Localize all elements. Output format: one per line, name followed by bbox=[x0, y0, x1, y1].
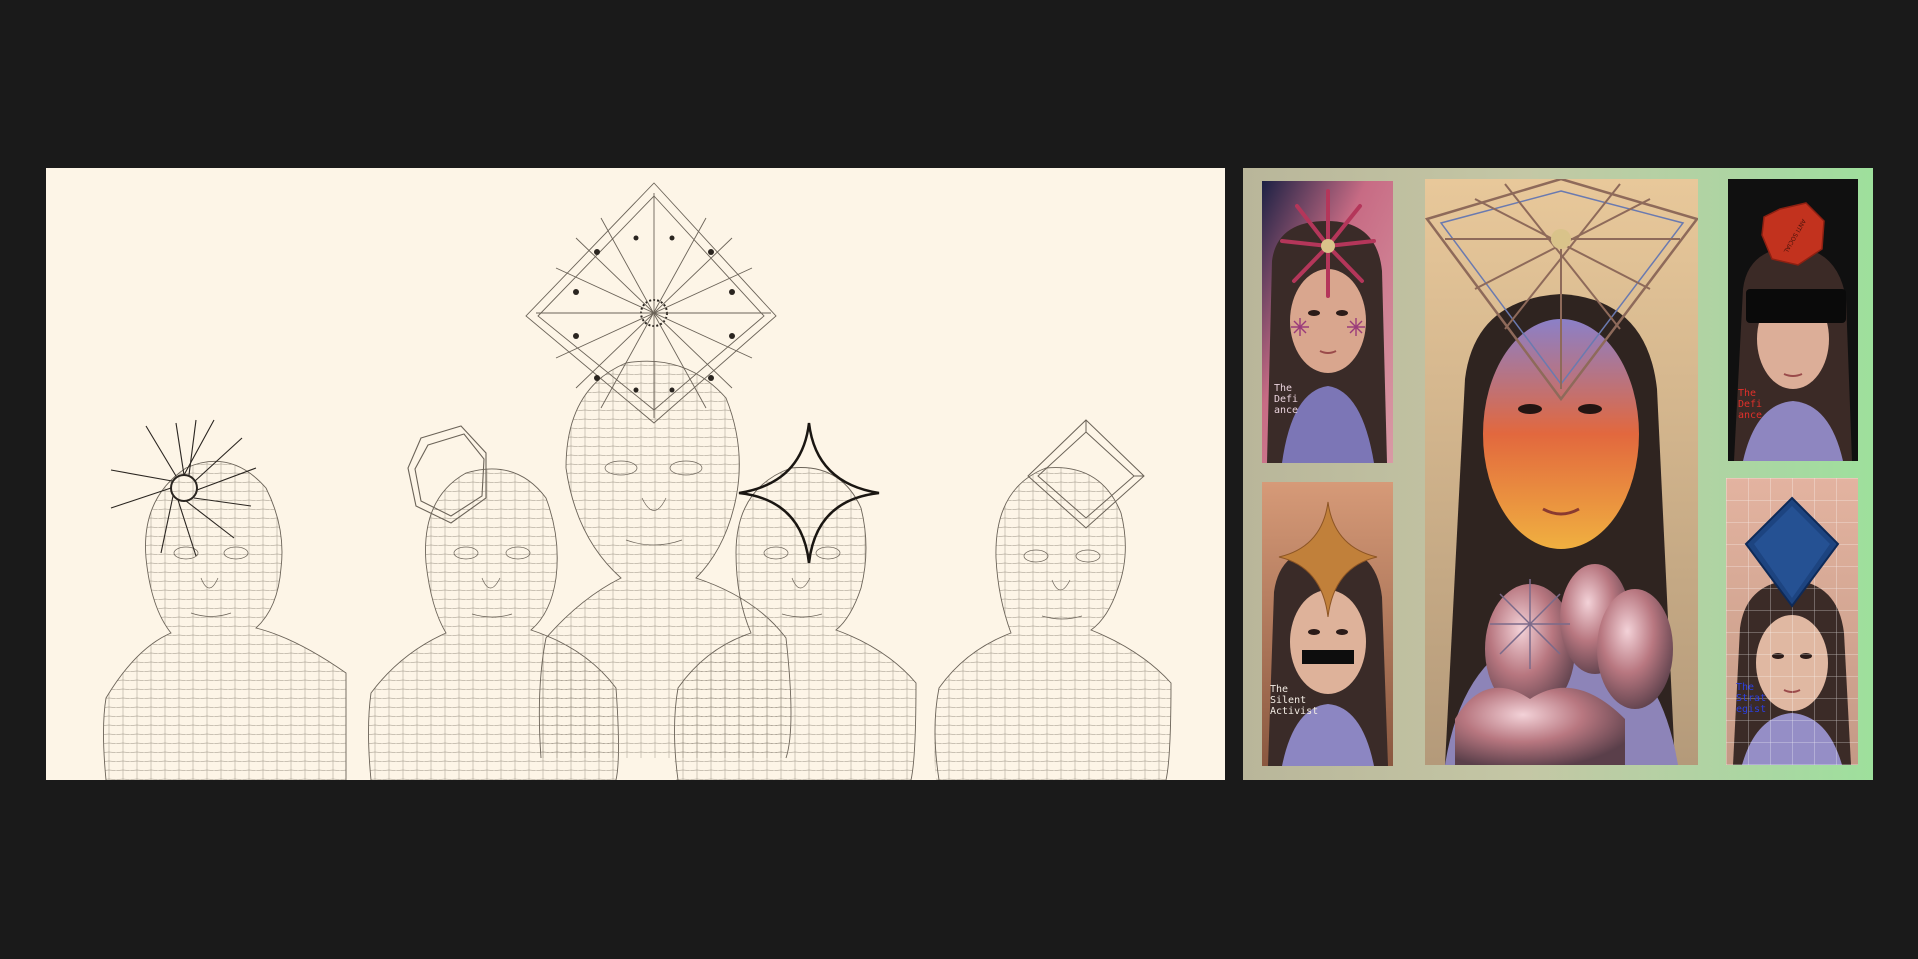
wireframe-heads-panel bbox=[46, 168, 1225, 780]
tile-the-defiance-top-left: The Defi ance bbox=[1262, 181, 1393, 463]
wireframe-head-5 bbox=[934, 419, 1172, 780]
tile-caption: The Defi ance bbox=[1274, 383, 1299, 416]
tile-caption: The Defi ance bbox=[1738, 388, 1763, 421]
tile-the-defiance-top-right: ANTI SOCIAL The Defi ance bbox=[1728, 179, 1858, 461]
tile-the-silent-activist: The Silent Activist bbox=[1262, 482, 1393, 766]
tile-center-chrome-heads bbox=[1425, 179, 1698, 765]
photo-collage-panel: The Defi ance The Silent Activist ANTI S… bbox=[1243, 168, 1873, 780]
tile-caption: The Silent Activist bbox=[1270, 684, 1319, 717]
wireframe-head-1 bbox=[103, 419, 347, 780]
tile-caption: The Strat egist bbox=[1736, 682, 1767, 715]
tile-the-strategist: The Strat egist bbox=[1726, 478, 1858, 765]
wireframe-heads-illustration bbox=[103, 182, 1172, 780]
